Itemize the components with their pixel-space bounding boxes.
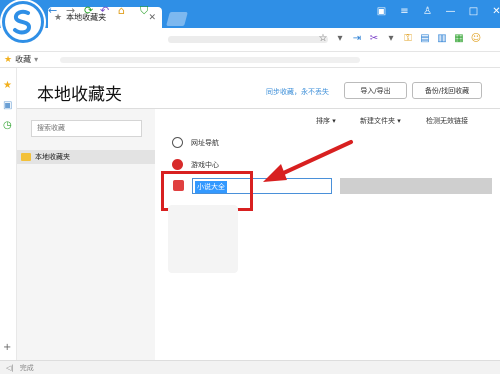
reader-icon[interactable]: ▣ bbox=[370, 6, 393, 17]
dropdown-icon[interactable]: ▾ bbox=[333, 32, 347, 46]
blurred-content bbox=[168, 205, 238, 273]
annotation-arrow bbox=[263, 140, 353, 182]
favorites-bar: ★ 收藏 ▾ bbox=[0, 52, 500, 68]
login-icon[interactable]: ⇥ bbox=[350, 32, 364, 46]
globe-icon bbox=[172, 137, 183, 148]
status-text: 完成 bbox=[19, 363, 34, 372]
home-icon[interactable]: ⌂ bbox=[118, 4, 125, 17]
favbar-star-icon: ★ bbox=[4, 54, 13, 65]
close-tab-icon[interactable]: ✕ bbox=[148, 13, 156, 23]
browser-logo[interactable] bbox=[2, 1, 44, 43]
shield-icon[interactable]: ⛉ bbox=[140, 4, 148, 18]
sort-button[interactable]: 排序 ▾ bbox=[316, 116, 336, 126]
game-center-icon bbox=[172, 159, 183, 170]
bookmark-row[interactable]: 游戏中心 bbox=[172, 159, 219, 170]
logo-s-icon bbox=[13, 9, 32, 35]
refresh-icon[interactable]: ⟳ bbox=[84, 4, 93, 17]
folder-label: 本地收藏夹 bbox=[35, 153, 70, 161]
favorites-star-icon[interactable]: ★ bbox=[3, 80, 12, 91]
sync-link[interactable]: 同步收藏，永不丢失 bbox=[266, 87, 329, 97]
maximize-icon[interactable]: □ bbox=[462, 6, 485, 17]
sort-label: 排序 bbox=[316, 117, 330, 125]
shirt-icon[interactable]: ♙ bbox=[416, 6, 439, 17]
toolbar-right-icons: ☆ ▾ ⇥ ✂ ▾ ⚿ ▤ ▥ ▦ ☺ bbox=[316, 32, 483, 46]
status-toggle-icon[interactable]: ◁| bbox=[6, 364, 14, 372]
status-bar: ◁| 完成 bbox=[0, 360, 500, 374]
search-input[interactable] bbox=[31, 120, 142, 137]
bookmark-label: 网址导航 bbox=[191, 138, 219, 147]
row-url-field bbox=[340, 178, 492, 194]
scissors-icon[interactable]: ✂ bbox=[367, 32, 381, 46]
backup-button[interactable]: 备份/找回收藏 bbox=[412, 82, 482, 99]
favbar-label[interactable]: 收藏 bbox=[15, 54, 31, 65]
key-icon[interactable]: ⚿ bbox=[401, 32, 415, 46]
smile-icon[interactable]: ☺ bbox=[469, 32, 483, 46]
back-icon[interactable]: ← bbox=[48, 4, 57, 17]
doc-icon[interactable]: ▤ bbox=[418, 32, 432, 46]
undo-icon[interactable]: ↶ bbox=[100, 4, 109, 17]
import-export-button[interactable]: 导入/导出 bbox=[344, 82, 407, 99]
notes-icon[interactable]: ▣ bbox=[3, 100, 12, 111]
window-controls: ▣ ≡ ♙ — □ ✕ bbox=[370, 6, 500, 17]
page-title: 本地收藏夹 bbox=[37, 85, 122, 105]
side-rail: ★ ▣ ◷ + bbox=[0, 68, 17, 360]
folder-icon bbox=[21, 153, 31, 161]
more-dropdown-icon[interactable]: ▾ bbox=[384, 32, 398, 46]
bookmark-row[interactable]: 网址导航 bbox=[172, 137, 219, 148]
favbar-dropdown-icon[interactable]: ▾ bbox=[34, 55, 38, 64]
folder-pane bbox=[17, 108, 155, 360]
folder-item-local[interactable]: 本地收藏夹 bbox=[17, 150, 155, 164]
bookmark-label: 游戏中心 bbox=[191, 160, 219, 169]
check-links-button[interactable]: 检测无效链接 bbox=[426, 116, 468, 126]
window-icon[interactable]: ▥ bbox=[435, 32, 449, 46]
chat-icon[interactable]: ▦ bbox=[452, 32, 466, 46]
new-folder-label: 新建文件夹 bbox=[360, 117, 395, 125]
forward-icon[interactable]: → bbox=[66, 4, 75, 17]
star-bookmark-icon[interactable]: ☆ bbox=[316, 32, 330, 46]
close-window-icon[interactable]: ✕ bbox=[485, 6, 500, 17]
history-icon[interactable]: ◷ bbox=[3, 120, 12, 131]
minimize-icon[interactable]: — bbox=[439, 6, 462, 17]
menu-icon[interactable]: ≡ bbox=[393, 6, 416, 17]
new-tab-button[interactable] bbox=[166, 12, 188, 26]
new-folder-button[interactable]: 新建文件夹 ▾ bbox=[360, 116, 401, 126]
add-icon[interactable]: + bbox=[3, 342, 11, 353]
